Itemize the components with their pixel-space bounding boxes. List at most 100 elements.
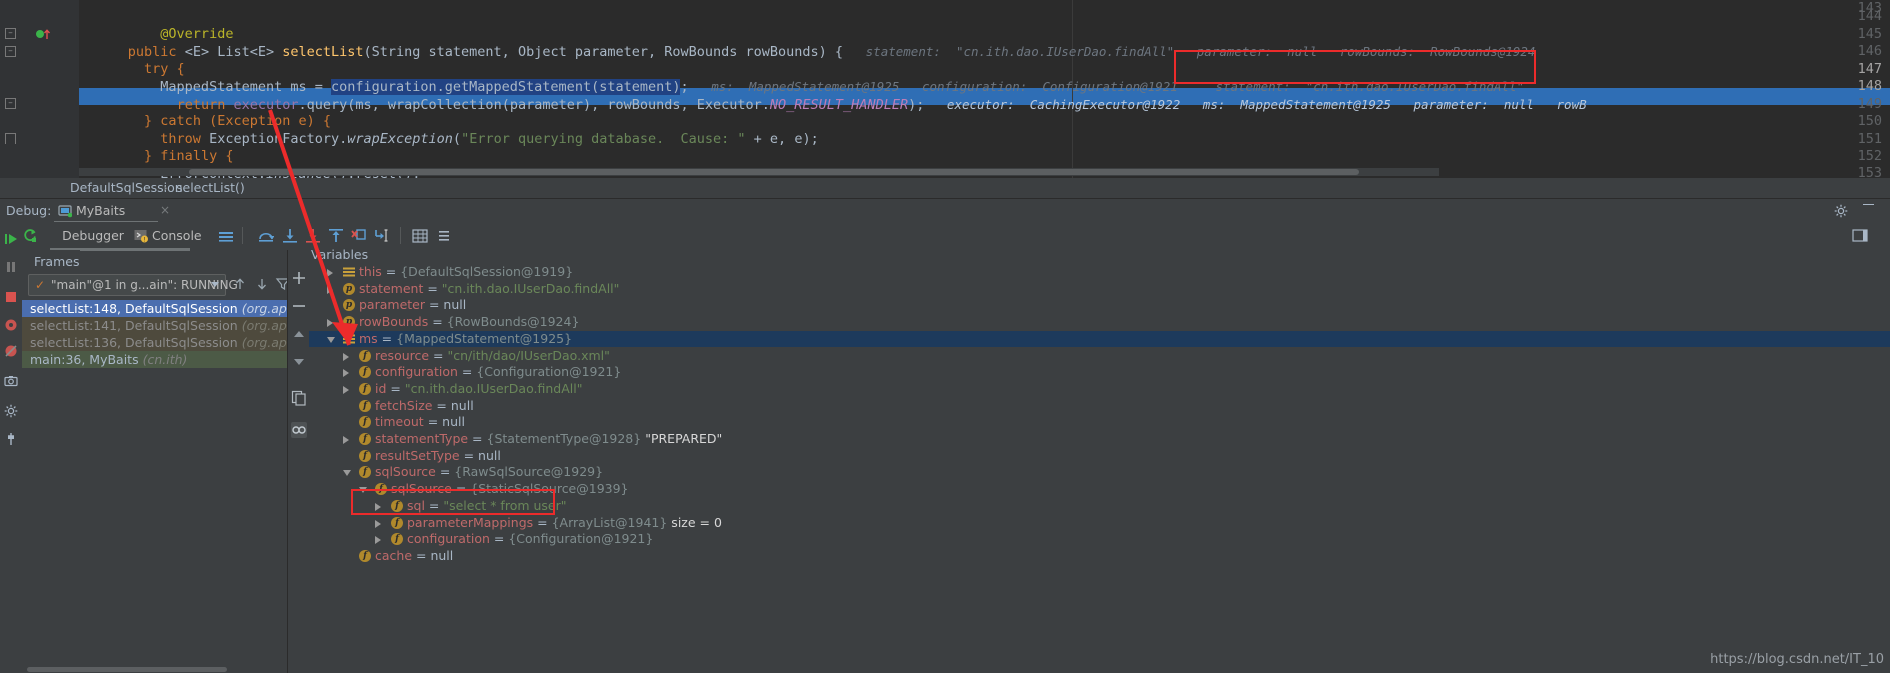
minimize-icon[interactable] [1863, 204, 1874, 205]
variable-row-id[interactable]: f id = "cn.ith.dao.IUserDao.findAll" [309, 381, 1890, 398]
force-step-into-icon[interactable] [305, 228, 321, 244]
variable-row-sql[interactable]: f sql = "select * from user" [309, 498, 1890, 515]
step-into-icon[interactable] [282, 228, 298, 244]
variable-row-configuration[interactable]: f configuration = {Configuration@1921} [309, 531, 1890, 548]
debug-action-rail[interactable] [0, 222, 23, 673]
chevron-right-icon[interactable] [375, 519, 381, 528]
chevron-right-icon[interactable] [327, 285, 333, 294]
variable-row-timeout[interactable]: f timeout = null [309, 414, 1890, 431]
chevron-right-icon[interactable] [327, 319, 333, 328]
pin-icon[interactable] [4, 432, 18, 446]
restore-layout-icon[interactable] [1852, 228, 1868, 244]
variable-row-statement[interactable]: p statement = "cn.ith.dao.IUserDao.findAl… [309, 281, 1890, 298]
method-breakpoint-icon[interactable] [36, 28, 51, 39]
editor-scrollbar-thumb[interactable] [189, 169, 1359, 175]
frame-list-item-1[interactable]: selectList:141, DefaultSqlSession (org.a… [22, 317, 287, 334]
variable-row-statementType[interactable]: f statementType = {StatementType@1928} "P… [309, 431, 1890, 448]
resume-program-icon[interactable] [4, 232, 18, 246]
drop-frame-icon[interactable] [351, 228, 367, 244]
thread-selector[interactable]: ✓ "main"@1 in g...ain": RUNNING [28, 274, 238, 296]
frame-list-item-0[interactable]: selectList:148, DefaultSqlSession (org.a… [22, 300, 287, 317]
inspect-icon[interactable] [291, 422, 307, 438]
layout-settings-icon[interactable] [218, 228, 234, 244]
variable-row-rowBounds[interactable]: p rowBounds = {RowBounds@1924} [309, 314, 1890, 331]
chevron-right-icon[interactable] [343, 369, 349, 378]
debug-session-tab[interactable]: MyBaits × [54, 199, 170, 223]
add-watch-icon[interactable] [291, 270, 307, 286]
debug-session-name[interactable]: MyBaits [76, 203, 125, 218]
variable-text: parameterMappings = {ArrayList@1941} siz… [407, 515, 722, 532]
chevron-right-icon[interactable] [343, 385, 349, 394]
variable-row-resultSetType[interactable]: f resultSetType = null [309, 448, 1890, 465]
frame-list-item-2[interactable]: selectList:136, DefaultSqlSession (org.a… [22, 334, 287, 351]
evaluate-expression-icon[interactable] [412, 228, 428, 244]
settings-icon[interactable] [4, 404, 18, 418]
chevron-down-icon[interactable] [211, 282, 219, 287]
editor-fold-column[interactable] [57, 0, 79, 178]
chevron-right-icon[interactable] [327, 269, 333, 277]
step-out-icon[interactable] [328, 228, 344, 244]
variable-row-sqlSource[interactable]: f sqlSource = {RawSqlSource@1929} [309, 464, 1890, 481]
variable-text: parameter = null [359, 297, 466, 314]
pause-program-icon[interactable] [4, 260, 18, 274]
move-down-icon[interactable] [291, 354, 307, 370]
frames-down-button[interactable] [254, 276, 270, 292]
chevron-down-icon[interactable] [343, 470, 351, 477]
breadcrumb-method[interactable]: selectList() [176, 178, 245, 198]
view-breakpoints-icon[interactable] [4, 318, 18, 332]
variable-name: timeout [375, 414, 424, 430]
chevron-right-icon[interactable] [375, 536, 381, 545]
chevron-right-icon[interactable] [375, 502, 381, 511]
chevron-right-icon[interactable] [343, 436, 349, 444]
variable-row-resource[interactable]: f resource = "cn/ith/dao/IUserDao.xml" [309, 348, 1890, 365]
run-to-cursor-icon[interactable] [374, 228, 390, 244]
frames-panel[interactable]: Frames ✓ "main"@1 in g...ain": RUNNING s… [22, 248, 291, 673]
step-over-icon[interactable] [258, 228, 275, 244]
frame-list-item-3[interactable]: main:36, MyBaits (cn.ith) [22, 351, 287, 368]
fold-marker-149[interactable]: – [5, 98, 16, 109]
variables-tree[interactable]: this = {DefaultSqlSession@1919} p statemen… [309, 264, 1890, 673]
fold-marker-145[interactable]: – [5, 28, 16, 39]
variable-row-parameter[interactable]: p parameter = null [309, 297, 1890, 314]
breadcrumb[interactable]: DefaultSqlSession › selectList() [0, 178, 1890, 198]
variable-row-ms[interactable]: ms = {MappedStatement@1925} [309, 330, 1890, 348]
chevron-right-icon[interactable] [343, 352, 349, 361]
variable-row-this[interactable]: this = {DefaultSqlSession@1919} [309, 264, 1890, 281]
editor-gutter[interactable] [0, 0, 58, 178]
mute-breakpoints-icon[interactable] [4, 344, 18, 358]
editor-horizontal-scrollbar[interactable] [79, 168, 1439, 176]
more-icon[interactable] [436, 228, 452, 244]
rerun-icon[interactable] [22, 228, 38, 244]
frames-scrollbar-thumb[interactable] [27, 667, 227, 672]
camera-icon[interactable] [4, 374, 18, 388]
variable-text: resource = "cn/ith/dao/IUserDao.xml" [375, 348, 610, 365]
code-return-type: List<E> [217, 44, 283, 60]
editor-code-area[interactable]: @Override public <E> List<E> selectList(… [79, 0, 1890, 199]
variables-action-rail[interactable] [287, 250, 311, 673]
code-editor[interactable]: 143 144 145 146 147 148 149 150 151 152 … [0, 0, 1890, 199]
move-up-icon[interactable] [291, 326, 307, 342]
chevron-down-icon[interactable] [327, 336, 335, 343]
variable-row-fetchSize[interactable]: f fetchSize = null [309, 398, 1890, 415]
variable-row-configuration[interactable]: f configuration = {Configuration@1921} [309, 364, 1890, 381]
variable-row-sqlSource[interactable]: f sqlSource = {StaticSqlSource@1939} [309, 481, 1890, 498]
inline-hint-statement-145: statement: "cn.ith.dao.IUserDao.findAll" [865, 44, 1175, 59]
frames-horizontal-scrollbar[interactable] [22, 666, 287, 673]
thread-selector-label: "main"@1 in g...ain": RUNNING [51, 278, 238, 292]
variables-panel[interactable]: Variables this = {DefaultSqlSession@1919… [309, 244, 1890, 673]
variable-row-parameterMappings[interactable]: f parameterMappings = {ArrayList@1941} si… [309, 515, 1890, 532]
chevron-down-icon[interactable] [359, 487, 367, 494]
gear-icon[interactable] [1834, 204, 1848, 222]
close-icon[interactable]: × [160, 203, 170, 217]
fold-marker-146[interactable]: – [5, 45, 16, 57]
stop-icon[interactable] [4, 290, 18, 304]
fold-marker-151[interactable] [5, 133, 16, 144]
code-query-148: .query(ms, wrapCollection(parameter), ro… [298, 96, 770, 113]
variable-row-cache[interactable]: f cache = null [309, 548, 1890, 565]
tab-console[interactable]: Console [152, 222, 202, 250]
tab-debugger[interactable]: Debugger [50, 222, 136, 250]
frames-up-button[interactable] [232, 276, 248, 292]
variable-name: statement [359, 280, 424, 296]
copy-icon[interactable] [291, 390, 307, 406]
remove-watch-icon[interactable] [291, 298, 307, 314]
